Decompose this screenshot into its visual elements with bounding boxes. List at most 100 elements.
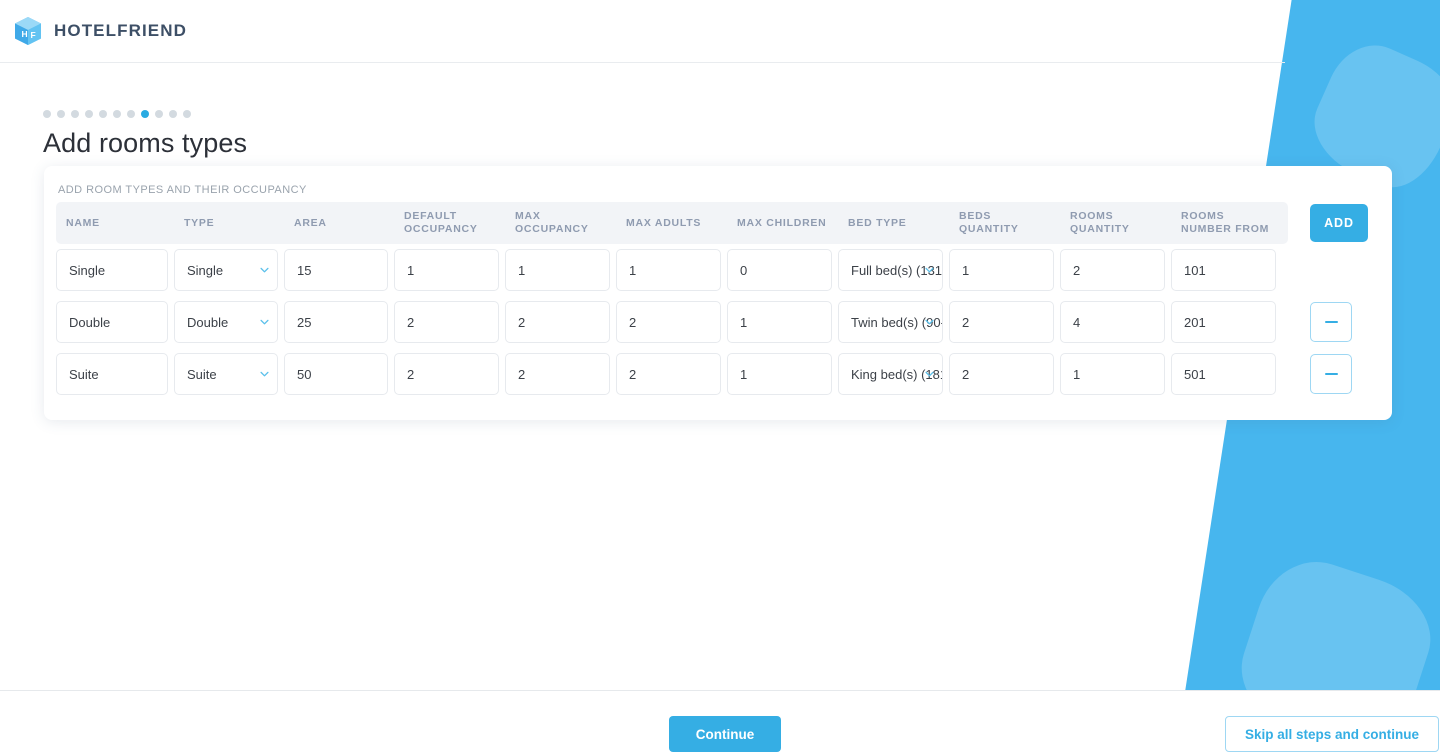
cell-beds-qty xyxy=(949,249,1060,291)
app-header: H F HOTELFRIEND xyxy=(0,0,1440,62)
room-types-card: ADD ROOM TYPES AND THEIR OCCUPANCY NAME T… xyxy=(44,166,1392,420)
cell-max-adults xyxy=(616,353,727,395)
max-occ-input[interactable] xyxy=(505,301,610,343)
step-dot-5[interactable] xyxy=(99,110,107,118)
type-select[interactable]: Double xyxy=(174,301,278,343)
area-input[interactable] xyxy=(284,353,388,395)
cell-max-occ xyxy=(505,301,616,343)
cell-max-adults xyxy=(616,301,727,343)
remove-row-slot xyxy=(1310,296,1380,348)
name-input[interactable] xyxy=(56,249,168,291)
step-dot-11[interactable] xyxy=(183,110,191,118)
cell-rooms-from xyxy=(1171,249,1282,291)
def-occ-input[interactable] xyxy=(394,249,499,291)
remove-row-button[interactable] xyxy=(1310,354,1352,394)
header-divider xyxy=(0,62,1285,63)
hf-cube-logo-icon: H F xyxy=(12,15,44,47)
svg-text:F: F xyxy=(31,30,36,40)
rooms-qty-input[interactable] xyxy=(1060,353,1165,395)
brand-logo[interactable]: H F HOTELFRIEND xyxy=(12,15,187,47)
cell-max-child xyxy=(727,301,838,343)
column-header-rooms-from: ROOMS NUMBER FROM xyxy=(1181,210,1270,235)
cell-bed-type: Twin bed(s) (90- xyxy=(838,301,949,343)
step-dot-8[interactable] xyxy=(141,110,149,118)
step-dot-4[interactable] xyxy=(85,110,93,118)
step-indicator xyxy=(43,110,191,118)
max-adults-input[interactable] xyxy=(616,353,721,395)
step-dot-9[interactable] xyxy=(155,110,163,118)
column-header-name: NAME xyxy=(66,216,100,229)
max-occ-input[interactable] xyxy=(505,353,610,395)
step-dot-2[interactable] xyxy=(57,110,65,118)
bed-type-select[interactable]: Full bed(s) (131- xyxy=(838,249,943,291)
cell-def-occ xyxy=(394,301,505,343)
rooms-qty-input[interactable] xyxy=(1060,301,1165,343)
column-header-def-occ: DEFAULT OCCUPANCY xyxy=(404,210,478,235)
cell-rooms-from xyxy=(1171,301,1282,343)
cell-rooms-qty xyxy=(1060,301,1171,343)
table-body: Single Full bed(s) (131- Double Twin bed(s)… xyxy=(56,244,1288,400)
cell-beds-qty xyxy=(949,301,1060,343)
remove-row-button[interactable] xyxy=(1310,302,1352,342)
max-adults-input[interactable] xyxy=(616,249,721,291)
cell-max-occ xyxy=(505,249,616,291)
max-child-input[interactable] xyxy=(727,353,832,395)
page-title: Add rooms types xyxy=(43,128,248,158)
cell-bed-type: Full bed(s) (131- xyxy=(838,249,949,291)
column-header-max-adults: MAX ADULTS xyxy=(626,216,702,229)
cell-beds-qty xyxy=(949,353,1060,395)
name-input[interactable] xyxy=(56,301,168,343)
cell-max-adults xyxy=(616,249,727,291)
def-occ-input[interactable] xyxy=(394,301,499,343)
table-row: Single Full bed(s) (131- xyxy=(56,244,1288,296)
bed-type-select[interactable]: King bed(s) (181 xyxy=(838,353,943,395)
add-row-button[interactable]: ADD xyxy=(1310,204,1368,242)
rooms-from-input[interactable] xyxy=(1171,353,1276,395)
cell-rooms-qty xyxy=(1060,249,1171,291)
cell-max-child xyxy=(727,249,838,291)
name-input[interactable] xyxy=(56,353,168,395)
table-row: Suite King bed(s) (181 xyxy=(56,348,1288,400)
column-header-bed-type: BED TYPE xyxy=(848,216,907,229)
type-select-value: Single xyxy=(174,249,278,291)
minus-icon xyxy=(1324,320,1338,324)
rooms-from-input[interactable] xyxy=(1171,249,1276,291)
svg-text:H: H xyxy=(22,29,28,39)
cell-area xyxy=(284,353,394,395)
rooms-qty-input[interactable] xyxy=(1060,249,1165,291)
max-occ-input[interactable] xyxy=(505,249,610,291)
cell-type: Suite xyxy=(174,353,284,395)
beds-qty-input[interactable] xyxy=(949,249,1054,291)
area-input[interactable] xyxy=(284,249,388,291)
continue-button[interactable]: Continue xyxy=(669,716,781,752)
cell-area xyxy=(284,249,394,291)
cell-type: Single xyxy=(174,249,284,291)
max-child-input[interactable] xyxy=(727,249,832,291)
cell-name xyxy=(56,353,174,395)
skip-all-steps-button[interactable]: Skip all steps and continue xyxy=(1225,716,1439,752)
cell-def-occ xyxy=(394,353,505,395)
max-child-input[interactable] xyxy=(727,301,832,343)
beds-qty-input[interactable] xyxy=(949,353,1054,395)
type-select[interactable]: Single xyxy=(174,249,278,291)
step-dot-3[interactable] xyxy=(71,110,79,118)
area-input[interactable] xyxy=(284,301,388,343)
type-select[interactable]: Suite xyxy=(174,353,278,395)
step-dot-1[interactable] xyxy=(43,110,51,118)
step-dot-10[interactable] xyxy=(169,110,177,118)
card-subtitle: ADD ROOM TYPES AND THEIR OCCUPANCY xyxy=(58,184,307,196)
bed-type-select[interactable]: Twin bed(s) (90- xyxy=(838,301,943,343)
max-adults-input[interactable] xyxy=(616,301,721,343)
beds-qty-input[interactable] xyxy=(949,301,1054,343)
cell-rooms-qty xyxy=(1060,353,1171,395)
rooms-from-input[interactable] xyxy=(1171,301,1276,343)
step-dot-6[interactable] xyxy=(113,110,121,118)
table-row: Double Twin bed(s) (90- xyxy=(56,296,1288,348)
step-dot-7[interactable] xyxy=(127,110,135,118)
table-header-row: NAME TYPE AREA DEFAULT OCCUPANCY MAX OCCUPAN… xyxy=(56,202,1288,244)
bed-type-select-value: Twin bed(s) (90- xyxy=(838,301,943,343)
onboarding-page: H F HOTELFRIEND Add rooms types ADD ROOM… xyxy=(0,0,1440,756)
def-occ-input[interactable] xyxy=(394,353,499,395)
cell-name xyxy=(56,301,174,343)
page-footer: Continue Skip all steps and continue xyxy=(0,690,1440,756)
